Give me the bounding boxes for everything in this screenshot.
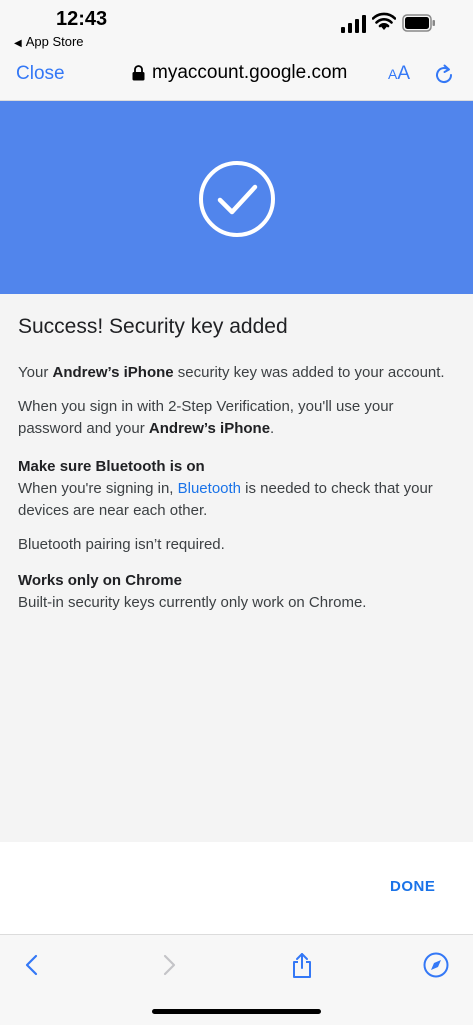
chevron-left-icon[interactable] (18, 951, 46, 979)
status-bar: 12:43 ◀ App Store (0, 0, 473, 52)
browser-toolbar: Close myaccount.google.com AA (0, 52, 473, 101)
chrome-text: Built-in security keys currently only wo… (18, 594, 367, 611)
para1-device-name: Andrew’s iPhone (52, 364, 174, 381)
para2-post: . (270, 420, 275, 437)
close-button[interactable]: Close (16, 63, 65, 85)
page-title: Success! Security key added (18, 315, 288, 338)
check-circle-icon (199, 161, 275, 237)
sign-in-info-text: When you sign in with 2-Step Verificatio… (18, 396, 458, 440)
reload-icon[interactable] (432, 63, 456, 87)
main-content: Success! Security key added Your Andrew’… (18, 312, 458, 626)
wifi-icon (372, 12, 396, 30)
back-app-label: App Store (25, 34, 84, 49)
back-to-app-link[interactable]: ◀ App Store (14, 34, 84, 49)
pairing-note: Bluetooth pairing isn’t required. (18, 536, 225, 553)
bluetooth-text: When you're signing in, Bluetooth is nee… (18, 478, 458, 522)
text-size-button[interactable]: AA (388, 63, 410, 85)
text-size-large-label: A (397, 63, 411, 84)
text-size-small-label: A (388, 66, 398, 82)
address-bar[interactable]: myaccount.google.com (132, 62, 347, 84)
bluetooth-link[interactable]: Bluetooth (178, 480, 241, 497)
chrome-heading: Works only on Chrome (18, 572, 182, 589)
cellular-signal-icon (341, 15, 366, 33)
lock-icon (132, 65, 145, 81)
url-text: myaccount.google.com (152, 62, 348, 83)
bluetooth-heading: Make sure Bluetooth is on (18, 458, 205, 475)
dialog-footer: DONE (0, 842, 473, 934)
para1-pre: Your (18, 364, 53, 381)
success-banner (0, 101, 473, 294)
para2-device-name: Andrew’s iPhone (148, 420, 271, 437)
back-triangle-icon: ◀ (14, 38, 22, 49)
clock: 12:43 (56, 8, 108, 30)
battery-icon (402, 14, 435, 32)
home-indicator (152, 1009, 321, 1014)
compass-icon[interactable] (422, 951, 450, 979)
share-icon[interactable] (288, 951, 316, 979)
chevron-right-icon[interactable] (155, 951, 183, 979)
bluetooth-pre: When you're signing in, (18, 480, 178, 497)
para1-post: security key was added to your account. (173, 364, 445, 381)
done-button[interactable]: DONE (390, 878, 435, 895)
security-key-added-text: Your Andrew’s iPhone security key was ad… (18, 362, 458, 384)
